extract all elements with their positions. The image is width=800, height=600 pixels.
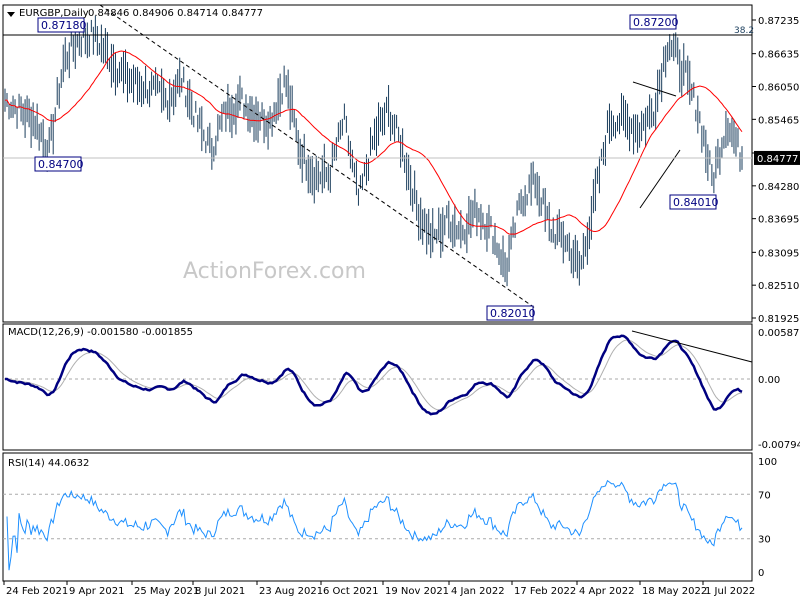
rsi-tick-label: 70 (758, 490, 771, 501)
collapse-triangle-icon[interactable] (7, 12, 15, 17)
date-tick-label: 17 Feb 2022 (514, 586, 576, 597)
date-tick-label: 18 May 2022 (642, 586, 707, 597)
date-tick-label: 8 Jul 2021 (195, 586, 245, 597)
rsi-tick-label: 0 (758, 568, 764, 579)
chart-header-symbol: EURGBP,Daily (19, 8, 89, 19)
price-annotation: 0.87180 (41, 19, 87, 32)
macd-line (4, 334, 743, 416)
macd-label: MACD(12,26,9) -0.001580 -0.001855 (8, 327, 193, 338)
price-tick-label: 0.86635 (758, 50, 799, 61)
date-tick-label: 4 Apr 2022 (579, 586, 634, 597)
rsi-panel (2, 452, 753, 582)
price-tick-label: 0.82510 (758, 281, 799, 292)
chart-window: ActionForex.com 38.2 0.87180 0.84700 0.8720… (0, 0, 800, 600)
date-tick-label: 1 Jul 2022 (705, 586, 755, 597)
macd-tick-label: -0.007945 (758, 440, 800, 451)
price-annotation: 0.84010 (673, 196, 719, 209)
date-tick-label: 23 Aug 2021 (259, 586, 323, 597)
chart-svg: ActionForex.com 38.2 0.87180 0.84700 0.8720… (2, 4, 800, 597)
macd-tick-label: 0.005872 (758, 328, 800, 339)
date-tick-label: 24 Feb 2021 (6, 586, 68, 597)
fib-label: 38.2 (734, 26, 754, 36)
watermark: ActionForex.com (183, 259, 366, 284)
price-tick-label: 0.85465 (758, 115, 799, 126)
price-annotation: 0.82010 (490, 307, 536, 320)
price-tick-label: 0.83695 (758, 215, 799, 226)
price-tick-label: 0.84280 (758, 182, 799, 193)
price-tick-label: 0.87235 (758, 16, 799, 27)
chart-header-ohlc: 0.84846 0.84906 0.84714 0.84777 (88, 8, 263, 19)
trendline-upper (632, 81, 677, 97)
date-tick-label: 6 Oct 2021 (323, 586, 378, 597)
date-tick-label: 19 Nov 2021 (385, 586, 449, 597)
price-tick-label: 0.81925 (758, 314, 799, 325)
macd-tick-label: 0.00 (758, 375, 780, 386)
price-annotation: 0.84700 (38, 158, 84, 171)
price-tick-label: 0.83095 (758, 248, 799, 259)
rsi-tick-label: 30 (758, 535, 771, 546)
macd-panel (2, 323, 753, 451)
rsi-label: RSI(14) 44.0632 (8, 458, 89, 469)
date-tick-label: 4 Jan 2022 (451, 586, 505, 597)
current-price-label: 0.84777 (757, 154, 798, 165)
date-tick-label: 9 Apr 2021 (69, 586, 124, 597)
date-tick-label: 25 May 2021 (134, 586, 199, 597)
price-annotation: 0.87200 (633, 16, 679, 29)
price-tick-label: 0.86050 (758, 83, 799, 94)
rsi-tick-label: 100 (758, 457, 777, 468)
